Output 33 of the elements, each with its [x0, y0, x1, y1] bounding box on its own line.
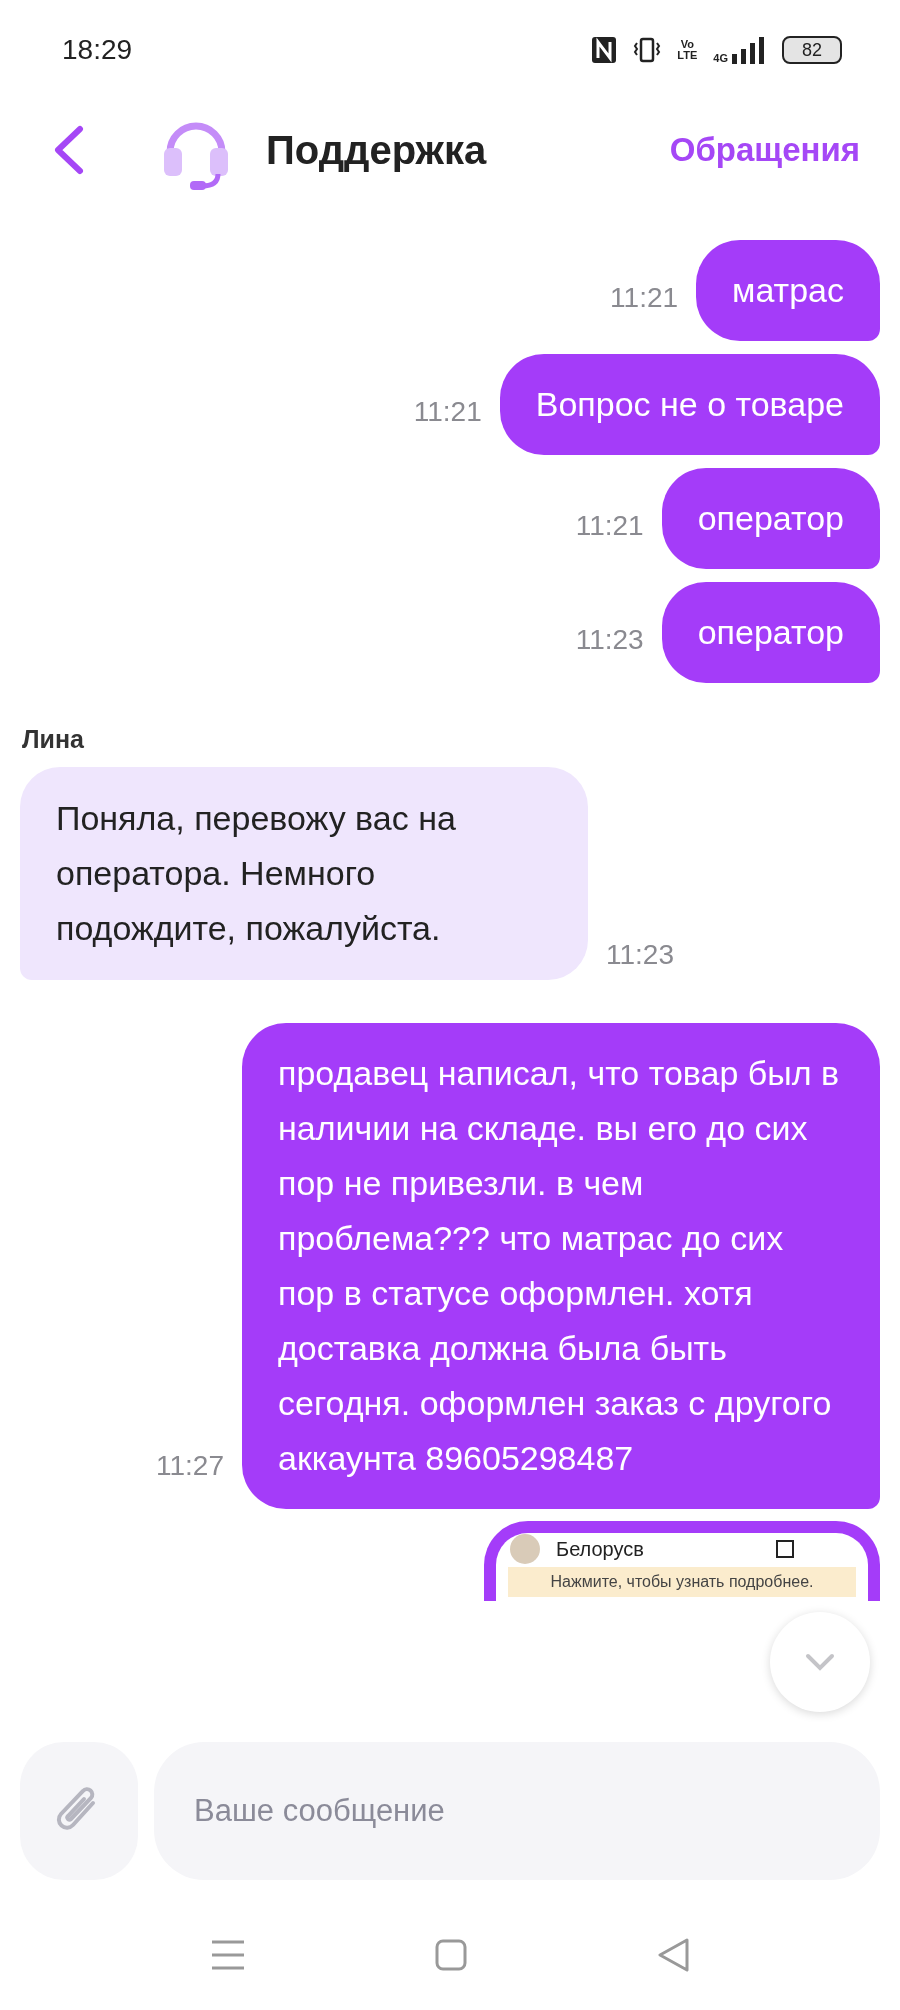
message-time: 11:23 [606, 937, 674, 972]
attach-button[interactable] [20, 1742, 138, 1880]
avatar-icon [510, 1533, 540, 1564]
message-bubble: Поняла, перевожу вас на оператора. Немного подождите, пожалуйста. [20, 766, 588, 980]
message-input[interactable]: Ваше сообщение [154, 1742, 880, 1880]
message-time: 11:21 [610, 281, 679, 315]
status-time: 18:29 [62, 33, 133, 67]
message-time: 11:21 [413, 395, 482, 429]
back-nav-icon[interactable] [657, 1938, 689, 1972]
signal-icon [732, 36, 766, 64]
notice-text: Нажмите, чтобы узнать подробнее. [508, 1566, 856, 1597]
nfc-icon [591, 36, 618, 64]
sender-name: Лина [22, 724, 85, 755]
message-bubble: Вопрос не о товаре [499, 354, 880, 455]
square-icon [776, 1539, 794, 1558]
message-bubble: продавец написал, что товар был в наличии на складе. вы его до сих пор не привезли. в чем проблема??? что матрас до сих пор в статусе оформлен. хотя доставка должна была быть сегодня. оформлен заказ с другого аккаунта 89605298487 [242, 1022, 880, 1509]
message-time: 11:21 [575, 509, 644, 543]
menu-icon[interactable] [211, 1939, 245, 1971]
message-time: 11:23 [575, 623, 644, 657]
volte-indicator: Vo LTE [677, 39, 698, 61]
battery-indicator: 82 [782, 36, 842, 64]
contact-name: Белорусв [556, 1536, 644, 1562]
home-icon[interactable] [435, 1939, 467, 1971]
message-time: 11:27 [156, 1448, 224, 1483]
message-bubble: оператор [661, 468, 880, 569]
vibrate-icon [633, 36, 662, 64]
screen-title: Поддержка [266, 127, 487, 174]
message-bubble: оператор [661, 582, 880, 683]
chevron-down-icon [805, 1653, 835, 1671]
image-attachment[interactable]: Белорусв Нажмите, чтобы узнать подробнее. [484, 1520, 880, 1601]
network-type: 4G [713, 53, 728, 64]
message-bubble: матрас [696, 240, 880, 341]
requests-link[interactable]: Обращения [669, 125, 860, 175]
